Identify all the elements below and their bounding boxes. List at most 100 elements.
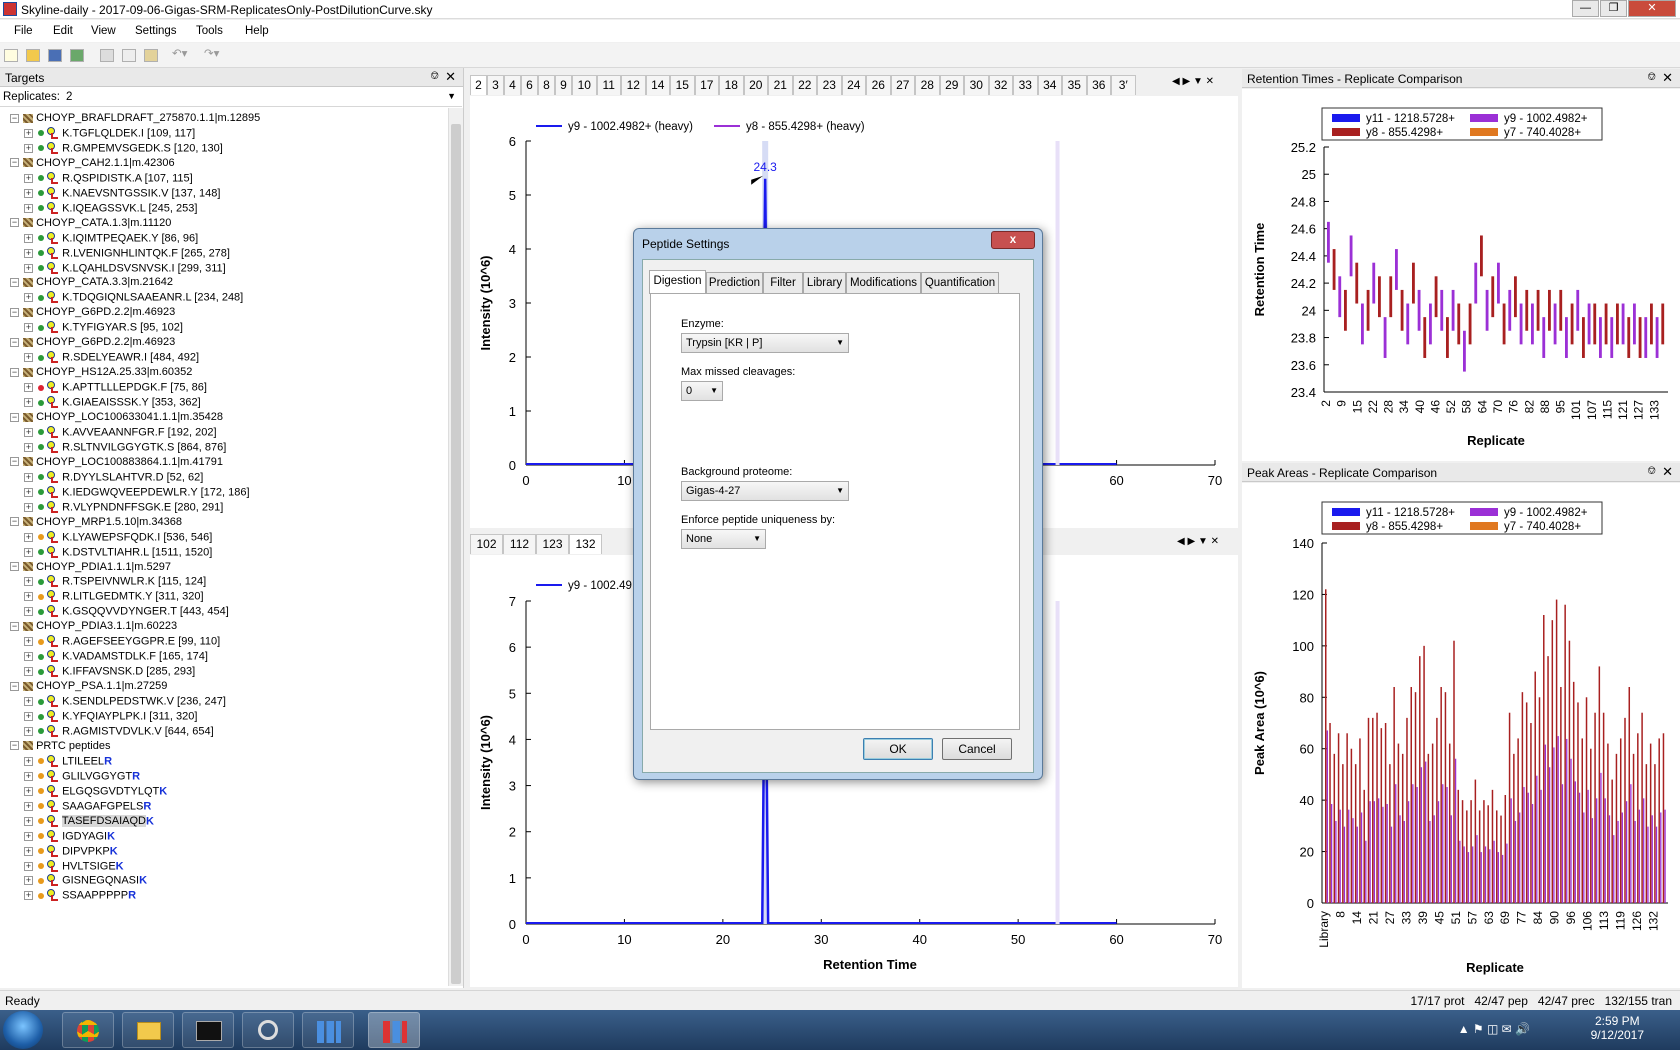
replicate-tab[interactable]: 2: [470, 75, 487, 95]
expand-icon[interactable]: +: [24, 248, 33, 258]
protein-node[interactable]: − CHOYP_CATA.1.3|m.11120: [10, 217, 171, 233]
node-label[interactable]: CHOYP_CATA.3.3|m.21642: [36, 276, 173, 288]
replicate-tab[interactable]: 35: [1062, 75, 1087, 95]
peptide-node[interactable]: + K.TYFIGYAR.S [95, 102]: [24, 321, 183, 337]
node-label[interactable]: R.AGMISTVDVLK.V [644, 654]: [62, 725, 214, 737]
protein-node[interactable]: − PRTC peptides: [10, 740, 110, 756]
expand-icon[interactable]: +: [24, 592, 33, 602]
expand-icon[interactable]: +: [24, 771, 33, 781]
node-label[interactable]: K.TYFIGYAR.S [95, 102]: [62, 322, 183, 334]
expand-icon[interactable]: +: [24, 801, 33, 811]
expand-icon[interactable]: +: [24, 786, 33, 796]
expand-icon[interactable]: +: [24, 263, 33, 273]
node-label[interactable]: K.LQAHLDSVSNVSK.I [299, 311]: [62, 262, 226, 274]
replicate-tab[interactable]: 12: [621, 75, 646, 95]
peptide-node[interactable]: + K.APTTLLLEPDGK.F [75, 86]: [24, 381, 207, 397]
peptide-node[interactable]: + K.VADAMSTDLK.F [165, 174]: [24, 650, 208, 666]
uniqueness-select[interactable]: None ▼: [681, 529, 766, 549]
node-label[interactable]: CHOYP_CATA.1.3|m.11120: [36, 217, 171, 229]
collapse-icon[interactable]: −: [10, 681, 19, 691]
replicate-tab[interactable]: 3′: [1111, 75, 1136, 95]
node-label[interactable]: CHOYP_LOC100883864.1.1|m.41791: [36, 456, 223, 468]
node-label[interactable]: R.QSPIDISTK.A [107, 115]: [62, 172, 193, 184]
replicate-tab[interactable]: 24: [841, 75, 866, 95]
expand-icon[interactable]: +: [24, 173, 33, 183]
menu-edit[interactable]: Edit: [53, 25, 73, 37]
expand-icon[interactable]: +: [24, 293, 33, 303]
expand-icon[interactable]: +: [24, 502, 33, 512]
replicate-tab[interactable]: 132: [569, 534, 602, 554]
peptide-node[interactable]: + K.GSQQVVDYNGER.T [443, 454]: [24, 605, 229, 621]
expand-icon[interactable]: +: [24, 398, 33, 408]
copy-icon[interactable]: [122, 49, 136, 62]
expand-icon[interactable]: +: [24, 203, 33, 213]
replicate-tab[interactable]: 112: [503, 534, 536, 554]
protein-node[interactable]: − CHOYP_PDIA3.1.1|m.60223: [10, 620, 177, 636]
area-plot[interactable]: 0 20 40 60 80 100 120 140 Library 8 14 21 27 33 39 45 51…: [1242, 483, 1680, 988]
ok-button[interactable]: OK: [863, 738, 933, 760]
expand-icon[interactable]: +: [24, 726, 33, 736]
replicate-tab[interactable]: 27: [890, 75, 915, 95]
node-label[interactable]: CHOYP_PDIA1.1.1|m.5297: [36, 561, 171, 573]
clock[interactable]: 2:59 PM 9/12/2017: [1591, 1014, 1644, 1042]
collapse-icon[interactable]: −: [10, 517, 19, 527]
replicate-tab[interactable]: 34: [1037, 75, 1062, 95]
peptide-node[interactable]: + K.SENDLPEDSTWK.V [236, 247]: [24, 695, 226, 711]
collapse-icon[interactable]: −: [10, 218, 19, 228]
peptide-node[interactable]: + R.LVENIGNHLINTQK.F [265, 278]: [24, 246, 230, 263]
protein-node[interactable]: − CHOYP_PSA.1.1|m.27259: [10, 680, 167, 696]
close-window-button[interactable]: ✕: [1628, 0, 1676, 17]
replicate-tab[interactable]: 8: [538, 75, 555, 95]
node-label[interactable]: R.LVENIGNHLINTQK.F [265, 278]: [62, 247, 230, 259]
replicate-tab[interactable]: 14: [645, 75, 670, 95]
peptide-node[interactable]: + K.YFQIAYPLPK.I [311, 320]: [24, 710, 197, 726]
peptide-node[interactable]: + K.LYAWEPSFQDK.I [536, 546]: [24, 530, 212, 547]
collapse-icon[interactable]: −: [10, 158, 19, 168]
node-label[interactable]: K.GSQQVVDYNGER.T [443, 454]: [62, 606, 229, 618]
node-label[interactable]: R.VLYPNDNFFSGK.E [280, 291]: [62, 501, 223, 513]
expand-icon[interactable]: +: [24, 353, 33, 363]
expand-icon[interactable]: +: [24, 128, 33, 138]
peptide-node[interactable]: + R.TSPEIVNWLR.K [115, 124]: [24, 575, 206, 591]
peptide-node[interactable]: + SSAAPPPPPR: [24, 889, 136, 905]
node-label[interactable]: K.IQIMTPEQAEK.Y [86, 96]: [62, 232, 198, 244]
undo-icon[interactable]: ↶▾: [172, 46, 187, 60]
node-label[interactable]: R.SLTNVILGGYGTK.S [864, 876]: [62, 441, 226, 453]
peptide-node[interactable]: + LTILEELR: [24, 754, 112, 771]
skyline-daily-taskbar-icon[interactable]: [368, 1012, 420, 1048]
expand-icon[interactable]: +: [24, 846, 33, 856]
node-label[interactable]: CHOYP_CAH2.1.1|m.42306: [36, 157, 175, 169]
replicate-tab[interactable]: 6: [521, 75, 538, 95]
replicate-tab[interactable]: 22: [792, 75, 817, 95]
node-label[interactable]: R.TSPEIVNWLR.K [115, 124]: [62, 576, 206, 588]
rt-chart[interactable]: 23.4 23.6 23.8 24 24.2 24.4 24.6 24.8 25 25.2 2 9 15…: [1242, 89, 1680, 461]
node-label[interactable]: CHOYP_PSA.1.1|m.27259: [36, 680, 167, 692]
node-label[interactable]: K.IFFAVSNSK.D [285, 293]: [62, 666, 195, 678]
node-label[interactable]: DIPVPKP: [62, 845, 110, 857]
node-label[interactable]: R.DYYLSLAHTVR.D [52, 62]: [62, 471, 203, 483]
node-label[interactable]: K.AVVEAANNFGR.F [192, 202]: [62, 426, 216, 438]
node-label[interactable]: CHOYP_G6PD.2.2|m.46923: [36, 306, 175, 318]
scroll-thumb[interactable]: [451, 124, 461, 984]
expand-icon[interactable]: +: [24, 383, 33, 393]
node-label[interactable]: GLILVGGYGT: [62, 770, 132, 782]
node-label[interactable]: PRTC peptides: [36, 740, 110, 752]
node-label[interactable]: K.IEDGWQVEEPDEWLR.Y [172, 186]: [62, 486, 249, 498]
node-label[interactable]: GISNEGQNASI: [62, 875, 139, 887]
node-label[interactable]: K.APTTLLLEPDGK.F [75, 86]: [62, 382, 207, 394]
pin-icon[interactable]: ⎊: [430, 70, 439, 83]
protein-node[interactable]: − CHOYP_MRP1.5.10|m.34368: [10, 516, 182, 532]
cmd-taskbar-icon[interactable]: [182, 1012, 234, 1048]
peptide-node[interactable]: + R.SDELYEAWR.I [484, 492]: [24, 351, 199, 367]
pin-icon[interactable]: ⎊: [1647, 71, 1656, 84]
expand-icon[interactable]: +: [24, 637, 33, 647]
node-label[interactable]: K.IQEAGSSVK.L [245, 253]: [62, 202, 197, 214]
pin-icon[interactable]: ⎊: [1647, 465, 1656, 478]
expand-icon[interactable]: +: [24, 861, 33, 871]
tab-modifications[interactable]: Modifications: [846, 272, 921, 293]
collapse-icon[interactable]: −: [10, 741, 19, 751]
replicate-tab[interactable]: 4: [504, 75, 521, 95]
peptide-node[interactable]: + K.AVVEAANNFGR.F [192, 202]: [24, 425, 217, 442]
node-label[interactable]: K.NAEVSNTGSSIK.V [137, 148]: [62, 187, 220, 199]
menu-settings[interactable]: Settings: [135, 25, 177, 37]
